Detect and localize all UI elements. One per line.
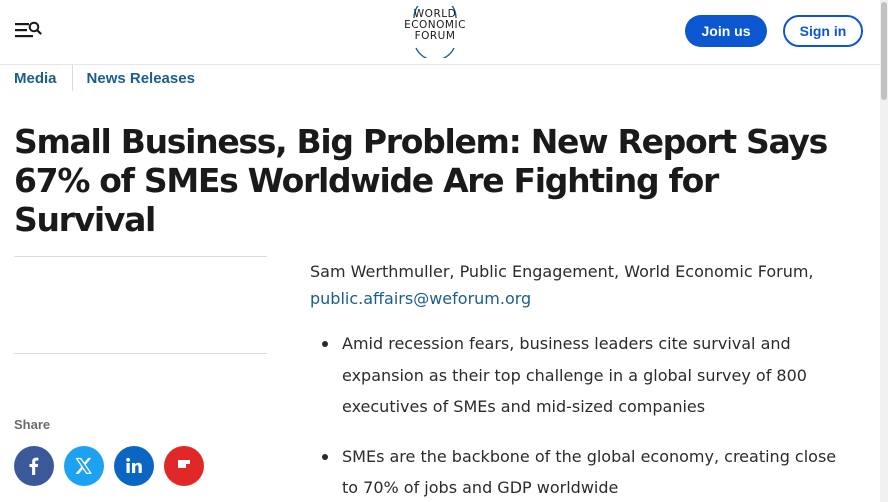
site-header: WORLD ECONOMIC FORUM Join us Sign in: [0, 0, 880, 65]
title-line-2: 67% of SMEs Worldwide Are Fighting for: [14, 161, 719, 200]
title-line-1: Small Business, Big Problem: New Report …: [14, 122, 828, 161]
flipboard-icon: [178, 460, 190, 468]
scrollbar-thumb[interactable]: [881, 2, 887, 100]
breadcrumb: Media News Releases: [14, 64, 195, 92]
sidebar-divider-top: [14, 256, 267, 257]
page-title: Small Business, Big Problem: New Report …: [14, 122, 854, 239]
join-us-button[interactable]: Join us: [685, 15, 767, 47]
wef-logo[interactable]: WORLD ECONOMIC FORUM: [392, 6, 478, 58]
x-share-button[interactable]: [64, 446, 104, 486]
bullet-2-line-2: to 70% of jobs and GDP worldwide: [342, 478, 619, 497]
share-buttons: [14, 446, 204, 486]
share-label: Share: [14, 417, 51, 432]
facebook-icon: [29, 457, 39, 475]
media-contact: Sam Werthmuller, Public Engagement, Worl…: [310, 258, 870, 312]
contact-name: Sam Werthmuller, Public Engagement, Worl…: [310, 262, 814, 281]
key-points-list: Amid recession fears, business leaders c…: [310, 328, 870, 502]
flipboard-share-button[interactable]: [164, 446, 204, 486]
bullet-dot: [322, 453, 328, 460]
contact-email-link[interactable]: public.affairs@weforum.org: [310, 285, 870, 312]
breadcrumb-news-releases[interactable]: News Releases: [87, 70, 195, 87]
bullet-1-line-1: Amid recession fears, business leaders c…: [342, 334, 791, 353]
list-item: Amid recession fears, business leaders c…: [310, 328, 870, 423]
breadcrumb-divider: [71, 65, 73, 91]
linkedin-share-button[interactable]: [114, 446, 154, 486]
title-line-3: Survival: [14, 200, 156, 239]
bullet-1-line-2: expansion as their top challenge in a gl…: [342, 365, 807, 385]
page-scrollbar[interactable]: [880, 0, 888, 502]
bullet-1-line-3: executives of SMEs and mid-sized compani…: [342, 397, 706, 416]
list-item: SMEs are the backbone of the global econ…: [310, 441, 870, 502]
logo-line-3: FORUM: [414, 30, 456, 42]
bullet-dot: [322, 341, 328, 347]
linkedin-icon: [126, 457, 142, 473]
sign-in-button[interactable]: Sign in: [783, 15, 863, 47]
x-icon: [75, 457, 92, 475]
menu-search-icon[interactable]: [14, 19, 42, 41]
facebook-share-button[interactable]: [14, 446, 54, 486]
bullet-2-line-1: SMEs are the backbone of the global econ…: [342, 446, 837, 466]
sidebar-divider-bottom: [14, 353, 267, 354]
breadcrumb-media[interactable]: Media: [14, 70, 57, 87]
